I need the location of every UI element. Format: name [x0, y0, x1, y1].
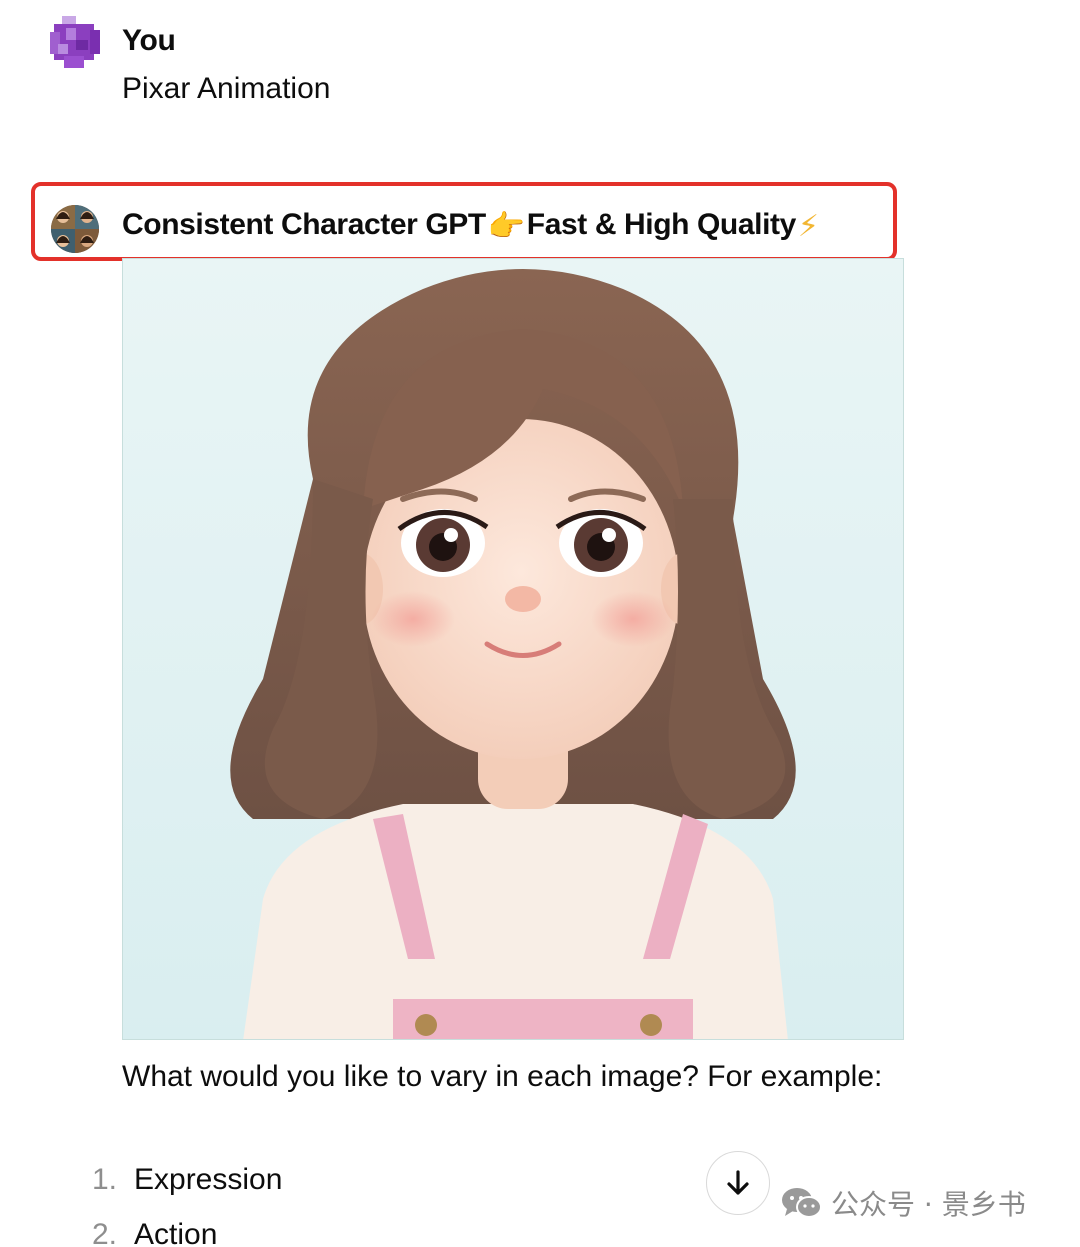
list-item: 1. Expression: [92, 1152, 282, 1207]
user-name: You: [122, 24, 176, 57]
list-item: 2. Action: [92, 1207, 282, 1247]
generated-image[interactable]: [122, 258, 904, 1040]
watermark: 公众号 · 景乡书: [781, 1183, 1026, 1223]
user-message: Pixar Animation: [122, 72, 331, 105]
list-number: 1.: [92, 1162, 118, 1196]
option-list: 1. Expression 2. Action: [92, 1152, 282, 1247]
pixel-avatar-icon: [50, 16, 100, 72]
list-label: Expression: [134, 1162, 283, 1196]
list-label: Action: [134, 1217, 218, 1247]
lightning-icon: ⚡: [797, 210, 819, 243]
pointing-hand-icon: 👉: [487, 210, 525, 243]
list-number: 2.: [92, 1217, 118, 1247]
character-collage-avatar[interactable]: [51, 205, 99, 253]
gpt-name-suffix: Fast & High Quality: [526, 208, 797, 241]
gpt-name[interactable]: Consistent Character GPT👉Fast & High Qua…: [122, 208, 821, 244]
assistant-question: What would you like to vary in each imag…: [122, 1060, 883, 1093]
chat-page: You Pixar Animation Consistent Character…: [0, 0, 1080, 1247]
gpt-name-text: Consistent Character GPT: [122, 208, 486, 241]
watermark-text: 公众号 · 景乡书: [831, 1188, 1026, 1221]
scroll-down-button[interactable]: [706, 1151, 770, 1215]
wechat-icon: [782, 1188, 822, 1218]
arrow-down-icon: [727, 1170, 749, 1195]
